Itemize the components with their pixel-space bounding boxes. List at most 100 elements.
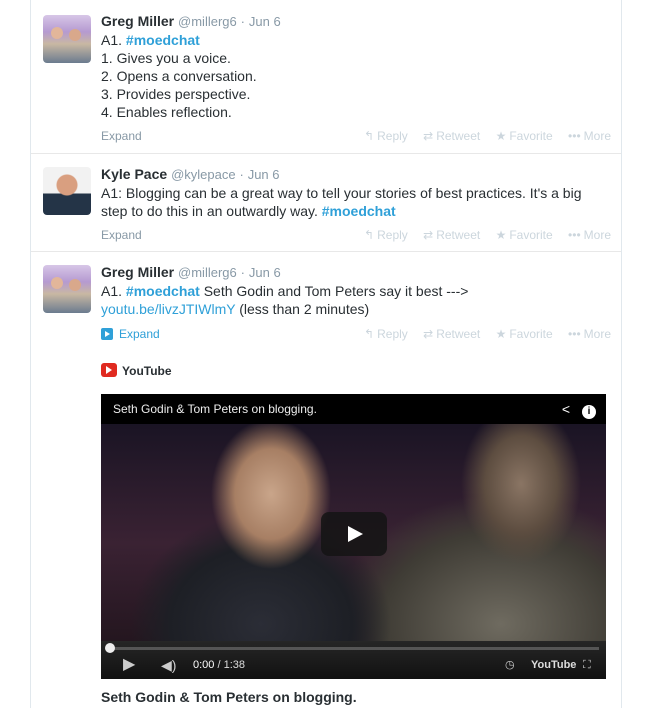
tweet-greg-miller-2[interactable]: Greg Miller @millerg6 · Jun 6 A1. #moedc… — [31, 251, 621, 708]
expand-link[interactable]: Expand — [101, 228, 142, 242]
volume-icon[interactable]: ◀) — [161, 657, 176, 673]
avatar[interactable] — [43, 265, 91, 313]
progress-bar[interactable] — [105, 643, 599, 653]
tweet-line: A1: Blogging can be a great way to tell … — [101, 185, 582, 201]
fullname[interactable]: Greg Miller — [101, 264, 174, 280]
reply-button[interactable]: ↰ Reply — [364, 327, 408, 341]
favorite-button[interactable]: ★ Favorite — [496, 327, 553, 341]
expand-link[interactable]: Expand — [101, 129, 142, 143]
more-button[interactable]: ••• More — [568, 228, 611, 242]
video-player[interactable]: Seth Godin & Tom Peters on blogging. < i… — [101, 394, 606, 679]
youtube-card: YouTube — [101, 362, 606, 380]
retweet-icon: ⇄ — [423, 129, 434, 143]
timestamp[interactable]: Jun 6 — [249, 265, 281, 280]
tweet-content: Greg Miller @millerg6 · Jun 6 A1. #moedc… — [101, 12, 611, 147]
share-icon[interactable]: < — [562, 401, 570, 417]
tweet-actions: ↰ Reply ⇄ Retweet ★ Favorite ••• More — [352, 327, 611, 341]
time-current: 0:00 — [193, 659, 215, 671]
reply-label: Reply — [377, 228, 408, 242]
tweet-actions: ↰ Reply ⇄ Retweet ★ Favorite ••• More — [352, 228, 611, 242]
fullname[interactable]: Greg Miller — [101, 13, 174, 29]
media-play-icon — [101, 328, 113, 340]
youtube-wordmark[interactable]: YouTube — [531, 657, 576, 673]
avatar[interactable] — [43, 15, 91, 63]
more-dots-icon: ••• — [568, 129, 581, 143]
favorite-label: Favorite — [509, 129, 553, 143]
video-title[interactable]: Seth Godin & Tom Peters on blogging. — [113, 402, 317, 416]
tweet-header: Kyle Pace @kylepace · Jun 6 — [101, 165, 611, 184]
tweet-kyle-pace[interactable]: Kyle Pace @kylepace · Jun 6 A1: Blogging… — [31, 153, 621, 252]
info-icon[interactable]: i — [582, 405, 596, 419]
star-icon: ★ — [495, 327, 507, 341]
favorite-label: Favorite — [509, 228, 553, 242]
progress-scrubber[interactable] — [105, 643, 115, 653]
text-rest: Seth Godin and Tom Peters say it best --… — [199, 283, 469, 299]
youtube-logo-icon — [101, 363, 117, 377]
username[interactable]: @kylepace — [171, 167, 236, 182]
provider-badge[interactable]: YouTube — [101, 362, 606, 380]
more-label: More — [583, 327, 611, 341]
play-button[interactable] — [321, 512, 387, 556]
time-total: 1:38 — [223, 659, 246, 671]
fullname[interactable]: Kyle Pace — [101, 166, 167, 182]
tweet-footer: Expand ↰ Reply ⇄ Retweet ★ Favorite ••• More — [101, 228, 611, 246]
reply-label: Reply — [377, 327, 408, 341]
card-caption[interactable]: Seth Godin & Tom Peters on blogging. — [101, 689, 357, 705]
more-label: More — [583, 228, 611, 242]
video-top-icons: < i — [562, 394, 596, 424]
fullscreen-icon[interactable]: ⛶ — [583, 657, 591, 673]
separator-dot: · — [239, 167, 244, 182]
timeline: Greg Miller @millerg6 · Jun 6 A1. #moedc… — [30, 0, 622, 708]
tweet-line: 1. Gives you a voice. — [101, 50, 231, 66]
page: Greg Miller @millerg6 · Jun 6 A1. #moedc… — [0, 0, 650, 708]
avatar[interactable] — [43, 167, 91, 215]
time-separator: / — [214, 659, 224, 671]
retweet-icon: ⇄ — [423, 228, 434, 242]
star-icon: ★ — [495, 228, 507, 242]
more-button[interactable]: ••• More — [568, 129, 611, 143]
watch-later-icon[interactable]: ◷ — [505, 657, 515, 673]
tweet-text-line-2: youtu.be/livzJTIWlmY (less than 2 minute… — [101, 300, 611, 318]
more-button[interactable]: ••• More — [568, 327, 611, 341]
reply-icon: ↰ — [364, 228, 375, 242]
tweet-footer: Expand ↰ Reply ⇄ Retweet ★ Favorite ••• More — [101, 327, 611, 345]
text-suffix: (less than 2 minutes) — [235, 301, 370, 317]
tweet-text: step to do this in an outwardly way. #mo… — [101, 202, 611, 220]
tweet-header: Greg Miller @millerg6 · Jun 6 — [101, 263, 611, 282]
text-prefix: A1. — [101, 32, 126, 48]
username[interactable]: @millerg6 — [178, 265, 237, 280]
reply-button[interactable]: ↰ Reply — [364, 129, 408, 143]
retweet-icon: ⇄ — [423, 327, 434, 341]
timestamp[interactable]: Jun 6 — [249, 14, 281, 29]
favorite-button[interactable]: ★ Favorite — [496, 129, 553, 143]
tweet-text: A1. #moedchat — [101, 31, 611, 49]
video-controls: ▶ ◀) 0:00 / 1:38 ◷ YouTube ⛶ — [101, 641, 606, 679]
time-display: 0:00 / 1:38 — [193, 657, 245, 673]
separator-dot: · — [240, 265, 245, 280]
video-link[interactable]: youtu.be/livzJTIWlmY — [101, 301, 235, 317]
favorite-button[interactable]: ★ Favorite — [496, 228, 553, 242]
tweet-line: 3. Provides perspective. — [101, 86, 251, 102]
tweet-header: Greg Miller @millerg6 · Jun 6 — [101, 12, 611, 31]
timestamp[interactable]: Jun 6 — [248, 167, 280, 182]
separator-dot: · — [240, 14, 245, 29]
provider-name: YouTube — [122, 364, 172, 378]
reply-label: Reply — [377, 129, 408, 143]
reply-button[interactable]: ↰ Reply — [364, 228, 408, 242]
hashtag-link[interactable]: #moedchat — [126, 32, 200, 48]
expand-media-link[interactable]: Expand — [101, 327, 160, 341]
retweet-label: Retweet — [436, 129, 481, 143]
star-icon: ★ — [495, 129, 507, 143]
tweet-actions: ↰ Reply ⇄ Retweet ★ Favorite ••• More — [352, 129, 611, 143]
play-control-icon[interactable]: ▶ — [123, 657, 135, 673]
retweet-button[interactable]: ⇄ Retweet — [423, 228, 480, 242]
video-title-bar: Seth Godin & Tom Peters on blogging. < i — [101, 394, 606, 424]
retweet-button[interactable]: ⇄ Retweet — [423, 129, 480, 143]
username[interactable]: @millerg6 — [178, 14, 237, 29]
hashtag-link[interactable]: #moedchat — [126, 283, 200, 299]
retweet-button[interactable]: ⇄ Retweet — [423, 327, 480, 341]
tweet-footer: Expand ↰ Reply ⇄ Retweet ★ Favorite ••• More — [101, 129, 611, 147]
retweet-label: Retweet — [436, 327, 481, 341]
hashtag-link[interactable]: #moedchat — [322, 203, 396, 219]
tweet-greg-miller-1[interactable]: Greg Miller @millerg6 · Jun 6 A1. #moedc… — [31, 0, 621, 154]
